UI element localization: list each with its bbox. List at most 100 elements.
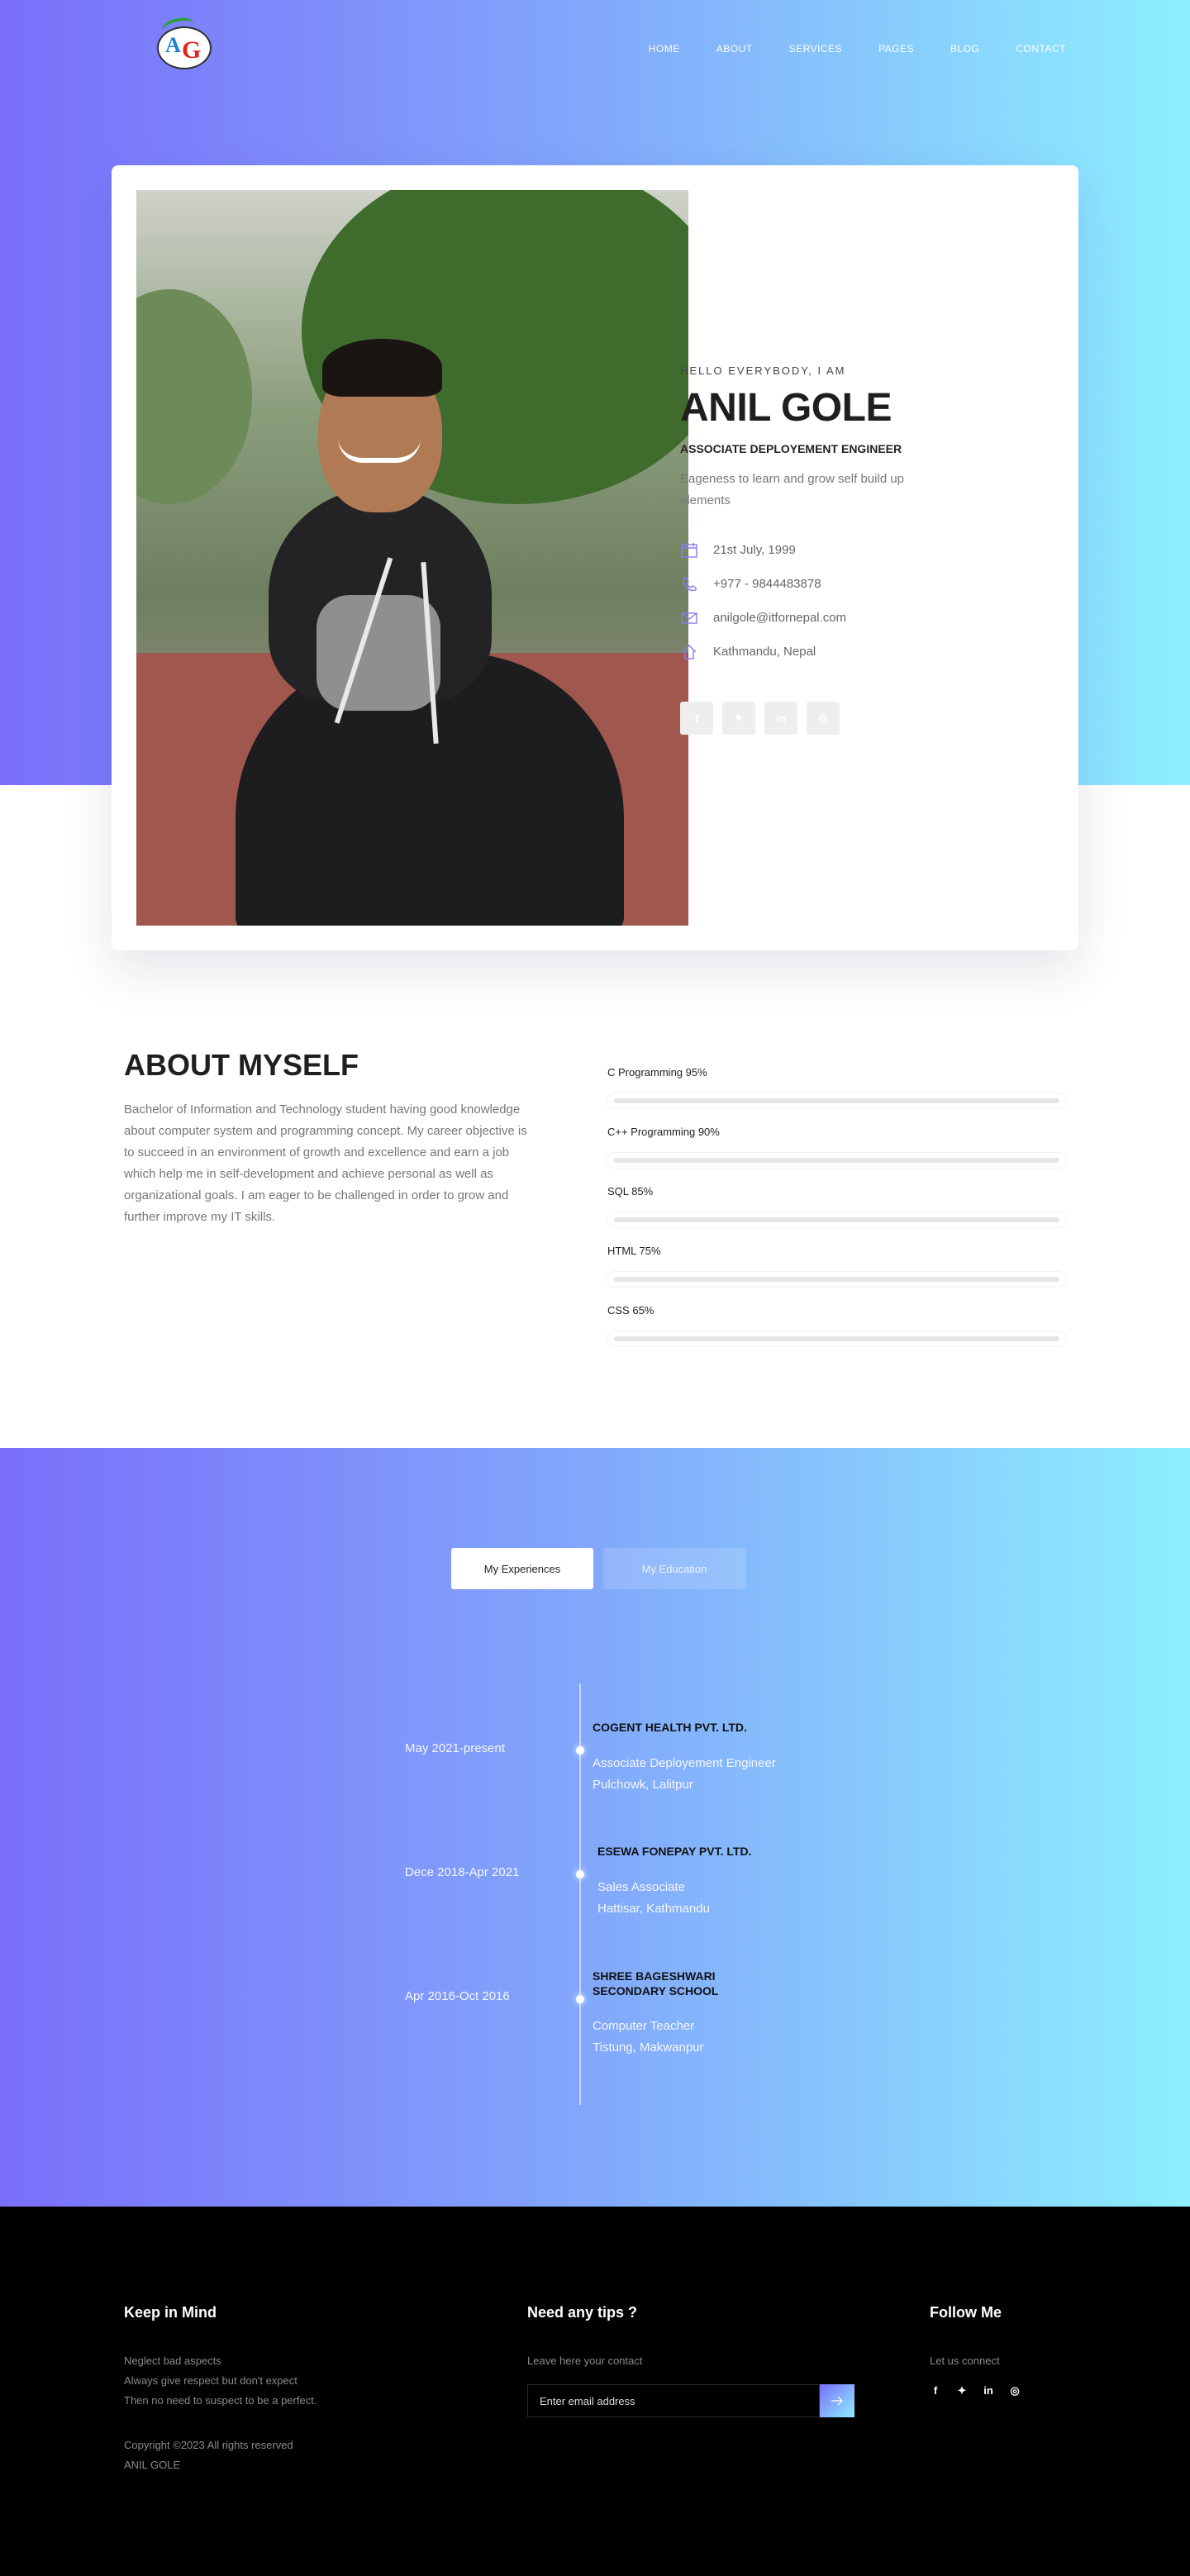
skill-track — [607, 1212, 1066, 1227]
timeline-org: ESEWA FONEPAY PVT. LTD. — [597, 1845, 752, 1858]
nav-home[interactable]: HOME — [649, 43, 680, 55]
skill-label: SQL 85% — [607, 1185, 654, 1198]
twitter-icon[interactable]: ✦ — [722, 702, 755, 735]
intro-block: HELLO EVERYBODY, I AM ANIL GOLE ASSOCIAT… — [680, 364, 936, 735]
linkedin-icon[interactable]: in — [983, 2384, 994, 2397]
tab-education[interactable]: My Education — [603, 1548, 745, 1589]
copyright-owner: ANIL GOLE — [124, 2459, 181, 2471]
timeline-place: Tistung, Makwanpur — [593, 2040, 704, 2055]
copyright: Copyright ©2023 All rights reserved ANIL… — [124, 2436, 317, 2475]
timeline-date: May 2021-present — [405, 1741, 505, 1755]
instagram-icon[interactable]: ◎ — [1009, 2384, 1021, 2397]
greeting: HELLO EVERYBODY, I AM — [680, 364, 846, 377]
skill-fill — [614, 1217, 1059, 1222]
footer-col-tips: Need any tips ? Leave here your contact — [527, 2304, 854, 2417]
photo-hair — [322, 339, 442, 397]
info-birthdate: 21st July, 1999 — [680, 533, 936, 567]
skills-list: C Programming 95% C++ Programming 90% SQ… — [607, 1066, 1066, 1364]
footer-social-links: f ✦ in ◎ — [930, 2384, 1021, 2397]
logo-letter-a: A — [165, 33, 181, 57]
address-text: Kathmandu, Nepal — [713, 645, 816, 659]
nav-blog[interactable]: BLOG — [950, 43, 979, 55]
info-email: anilgole@itfornepal.com — [680, 601, 936, 635]
profile-card: HELLO EVERYBODY, I AM ANIL GOLE ASSOCIAT… — [112, 165, 1078, 950]
footer-heading: Need any tips ? — [527, 2304, 638, 2321]
footer-heading: Follow Me — [930, 2304, 1002, 2321]
nav-services[interactable]: SERVICES — [789, 43, 842, 55]
footer-sub: Leave here your contact — [527, 2355, 643, 2367]
about-title: ABOUT MYSELF — [124, 1048, 359, 1082]
mail-icon — [680, 609, 698, 627]
skill-item: HTML 75% — [607, 1245, 1066, 1304]
timeline-org: SHREE BAGESHWARI SECONDARY SCHOOL — [593, 1969, 719, 1997]
skill-track — [607, 1272, 1066, 1287]
tab-experiences[interactable]: My Experiences — [451, 1548, 593, 1589]
skill-item: C Programming 95% — [607, 1066, 1066, 1126]
about-text: Bachelor of Information and Technology s… — [124, 1102, 527, 1224]
instagram-icon[interactable]: ◎ — [807, 702, 840, 735]
skill-label: HTML 75% — [607, 1245, 661, 1257]
photo-smile — [338, 438, 421, 463]
skill-fill — [614, 1277, 1059, 1282]
timeline-date: Dece 2018-Apr 2021 — [405, 1865, 520, 1879]
email-text[interactable]: anilgole@itfornepal.com — [713, 611, 846, 625]
skill-item: SQL 85% — [607, 1185, 1066, 1245]
arrow-right-icon[interactable] — [820, 2384, 854, 2417]
nav-links: HOME ABOUT SERVICES PAGES BLOG CONTACT — [612, 43, 1066, 55]
photo-tree — [136, 289, 252, 504]
phone-text[interactable]: +977 - 9844483878 — [713, 577, 821, 591]
timeline-dot — [576, 1995, 584, 2003]
linkedin-icon[interactable]: in — [764, 702, 797, 735]
timeline-place: Pulchowk, Lalitpur — [593, 1778, 693, 1792]
skill-track — [607, 1331, 1066, 1346]
skill-fill — [614, 1158, 1059, 1163]
job-title: ASSOCIATE DEPLOYEMENT ENGINEER — [680, 442, 902, 455]
birthdate-text: 21st July, 1999 — [713, 543, 796, 557]
home-icon — [680, 643, 698, 661]
skill-fill — [614, 1098, 1059, 1103]
twitter-icon[interactable]: ✦ — [956, 2384, 968, 2397]
profile-photo — [136, 190, 688, 926]
site-logo[interactable]: A G — [152, 15, 217, 73]
timeline-dot — [576, 1870, 584, 1878]
timeline-dot — [576, 1746, 584, 1755]
hero-social-links: f ✦ in ◎ — [680, 702, 936, 735]
facebook-icon[interactable]: f — [680, 702, 713, 735]
contact-info: 21st July, 1999 +977 - 9844483878 anilgo… — [680, 533, 936, 669]
skill-fill — [614, 1336, 1059, 1341]
newsletter-form — [527, 2384, 854, 2417]
facebook-icon[interactable]: f — [930, 2384, 941, 2397]
logo-letter-g: G — [182, 36, 202, 64]
experience-tabs: My Experiences My Education — [451, 1548, 745, 1589]
timeline-date: Apr 2016-Oct 2016 — [405, 1989, 510, 2003]
skill-track — [607, 1093, 1066, 1108]
photo-collar — [317, 595, 440, 711]
timeline-role: Computer Teacher — [593, 2019, 695, 2033]
timeline-role: Associate Deployement Engineer — [593, 1756, 776, 1770]
timeline-org: COGENT HEALTH PVT. LTD. — [593, 1721, 747, 1734]
copyright-text: Copyright ©2023 All rights reserved — [124, 2439, 293, 2451]
nav-contact[interactable]: CONTACT — [1016, 43, 1066, 55]
skill-label: C++ Programming 90% — [607, 1126, 720, 1138]
skill-label: CSS 65% — [607, 1304, 654, 1317]
phone-icon — [680, 575, 698, 593]
skill-item: C++ Programming 90% — [607, 1126, 1066, 1185]
footer-col-keep-in-mind: Keep in Mind Neglect bad aspects Always … — [124, 2304, 317, 2475]
footer-heading: Keep in Mind — [124, 2304, 217, 2321]
skill-label: C Programming 95% — [607, 1066, 707, 1078]
footer-quote: Neglect bad aspects Always give respect … — [124, 2351, 317, 2411]
email-field[interactable] — [527, 2384, 820, 2417]
timeline-role: Sales Associate — [597, 1880, 685, 1894]
tagline: Eageness to learn and grow self build up… — [680, 472, 905, 507]
skill-track — [607, 1153, 1066, 1168]
navbar: A G HOME ABOUT SERVICES PAGES BLOG CONTA… — [0, 0, 1190, 99]
nav-pages[interactable]: PAGES — [878, 43, 914, 55]
footer-quote-line: Neglect bad aspects — [124, 2355, 221, 2367]
footer-col-follow: Follow Me Let us connect f ✦ in ◎ — [930, 2304, 1021, 2397]
timeline-place: Hattisar, Kathmandu — [597, 1902, 710, 1916]
footer-quote-line: Then no need to suspect to be a perfect. — [124, 2394, 317, 2407]
info-phone: +977 - 9844483878 — [680, 567, 936, 601]
footer-quote-line: Always give respect but don't expect — [124, 2374, 298, 2387]
nav-about[interactable]: ABOUT — [716, 43, 753, 55]
info-address: Kathmandu, Nepal — [680, 635, 936, 669]
